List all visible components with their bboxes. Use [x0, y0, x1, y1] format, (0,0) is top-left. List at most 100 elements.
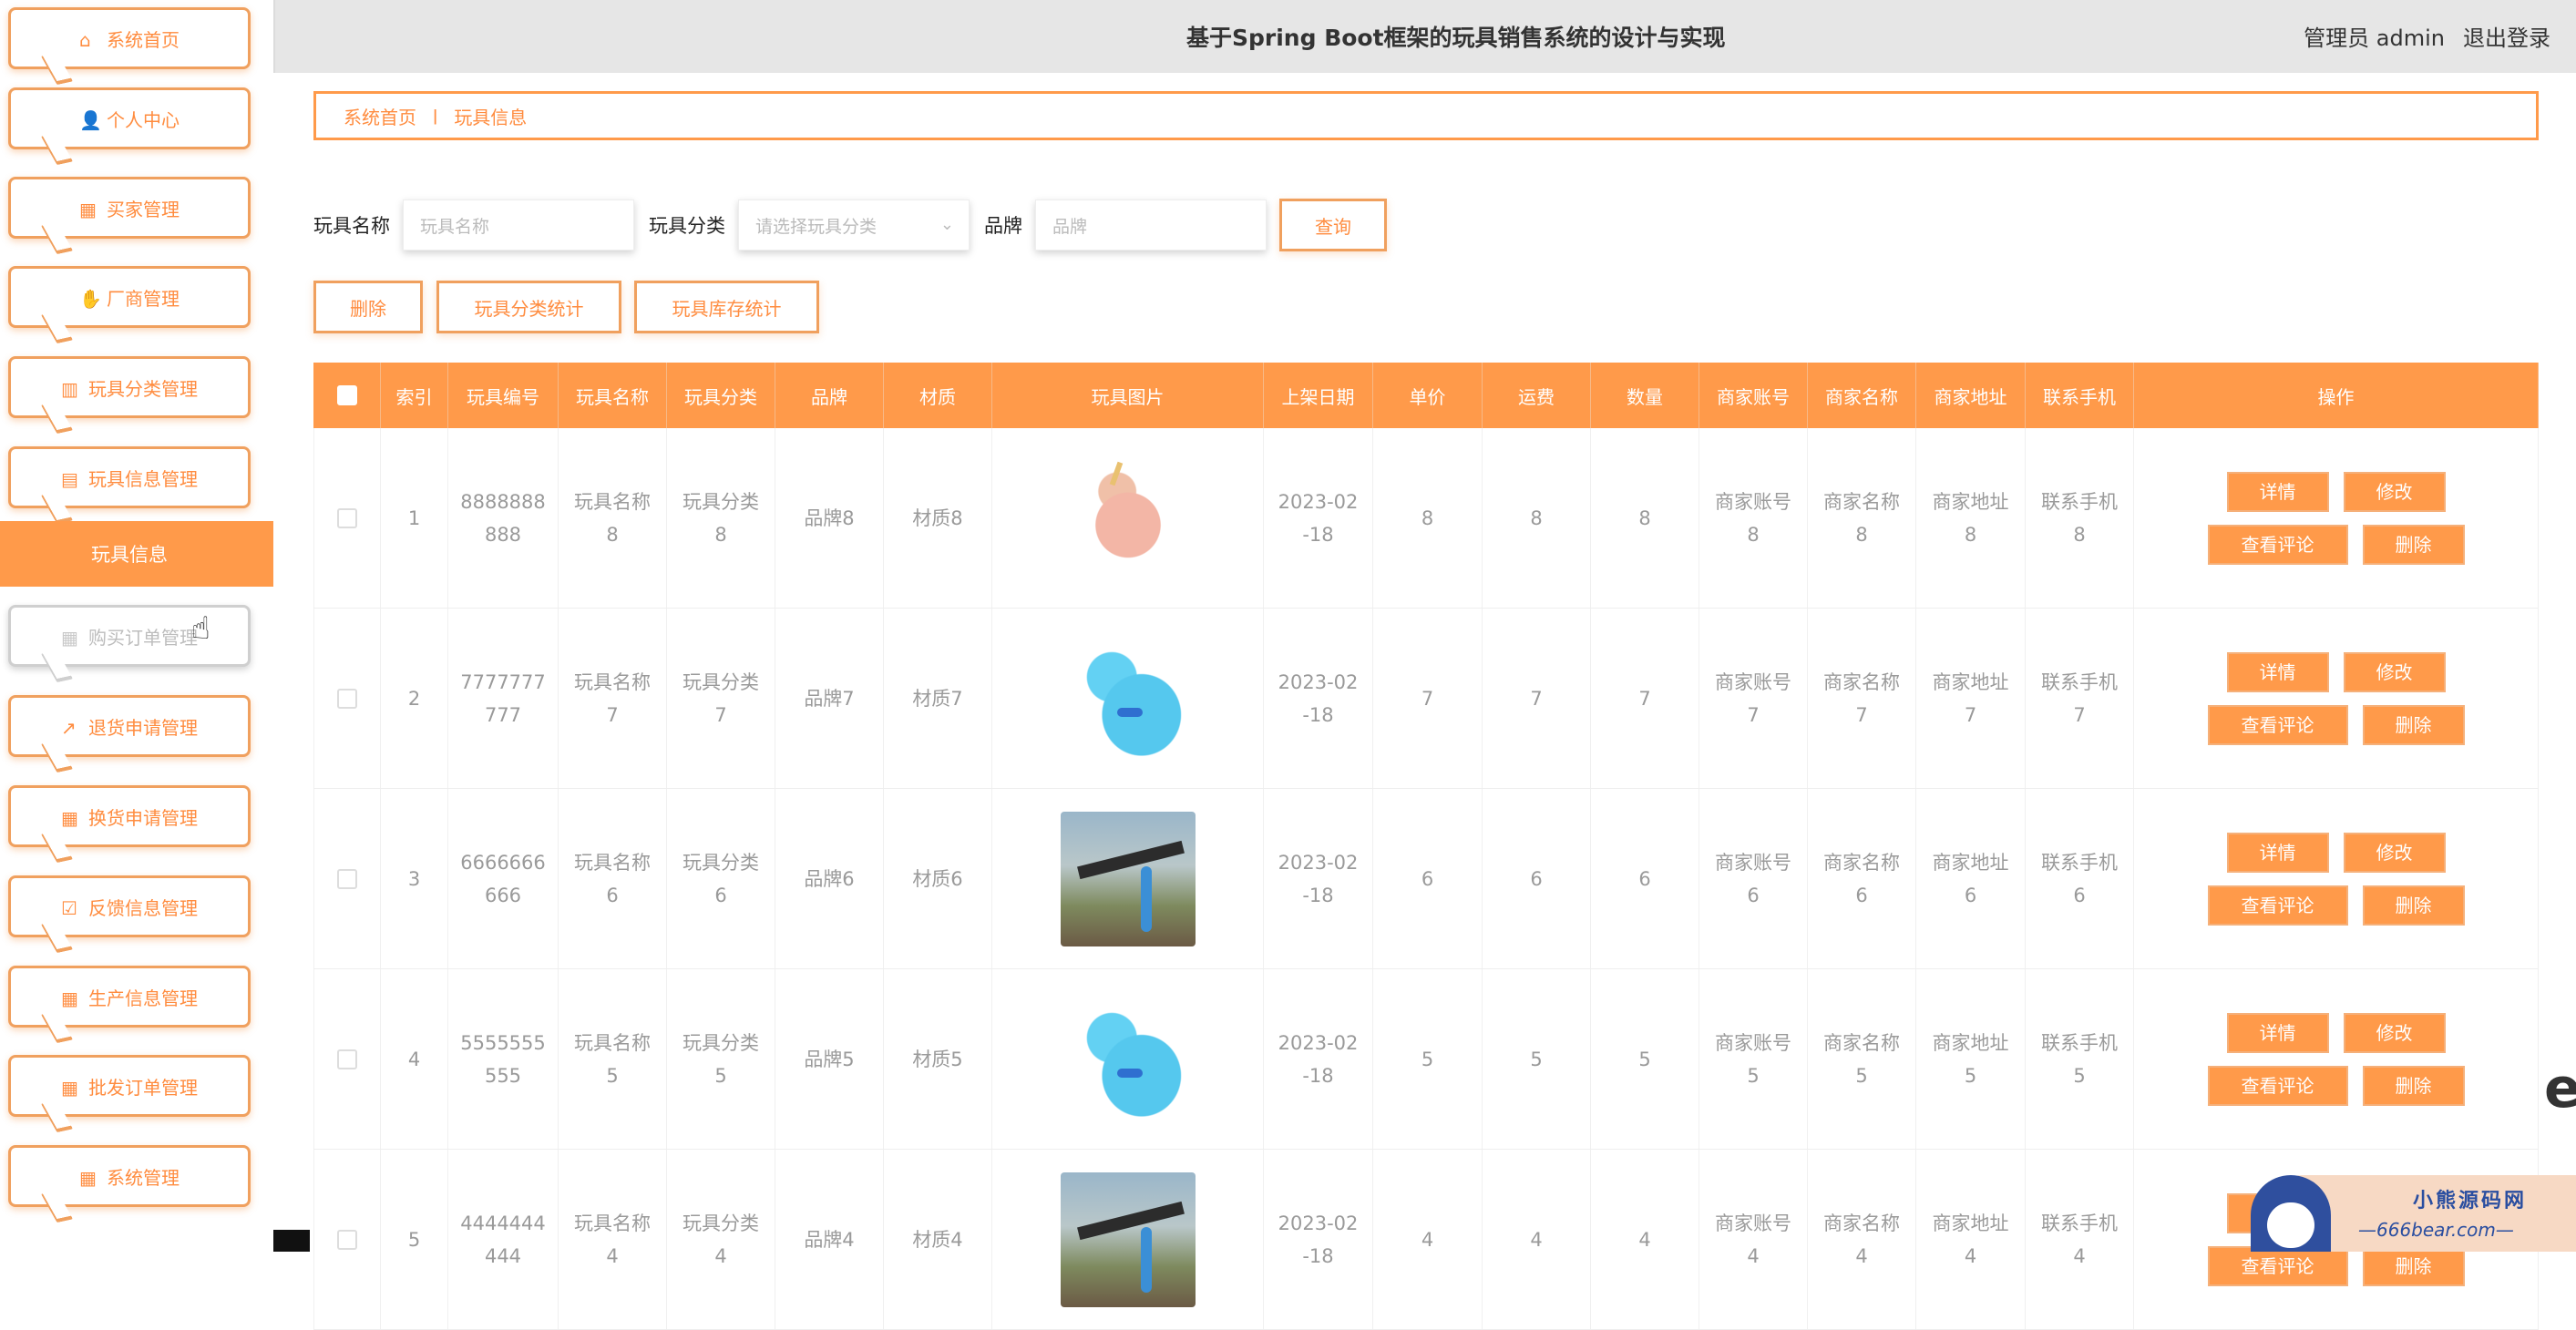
delete-button[interactable]: 删除 [2362, 704, 2465, 745]
row-operations: 详情修改查看评论删除 [2134, 969, 2539, 1149]
column-header: 材质 [884, 363, 992, 428]
cell-shipping: 5 [1483, 969, 1591, 1149]
bottom-edge-strip [273, 1230, 310, 1252]
toy-image-unicorn[interactable] [1060, 450, 1196, 586]
logout-link[interactable]: 退出登录 [2463, 20, 2550, 52]
sidebar-item-label: 个人中心 [107, 108, 180, 131]
sidebar-item-3[interactable]: ▦ 买家管理 [8, 177, 251, 239]
toy-image-dog[interactable] [1060, 991, 1196, 1127]
column-header: 玩具图片 [992, 363, 1264, 428]
toy-image-gun[interactable] [1060, 811, 1196, 946]
row-checkbox[interactable] [313, 609, 381, 788]
toy-name-input[interactable]: 玩具名称 [403, 200, 634, 251]
checkbox-icon [337, 688, 357, 709]
cell-account: 商家账号 6 [1699, 789, 1808, 968]
toy-image-dog[interactable] [1060, 630, 1196, 766]
app-title: 基于Spring Boot框架的玩具销售系统的设计与实现 [1186, 25, 1726, 51]
clipboard-icon: ▤ [61, 468, 78, 490]
cell-name: 玩具名称 8 [559, 428, 667, 608]
breadcrumb-home[interactable]: 系统首页 [344, 103, 416, 129]
sidebar-item-5[interactable]: ▥ 玩具分类管理 [8, 356, 251, 418]
cell-phone: 联系手机 8 [2026, 428, 2134, 608]
column-header: 上架日期 [1264, 363, 1373, 428]
view-comments-button[interactable]: 查看评论 [2207, 1245, 2348, 1286]
grid-icon: ▦ [61, 807, 78, 829]
delete-button[interactable]: 删除 [2362, 1245, 2465, 1286]
column-header: 商家名称 [1808, 363, 1916, 428]
grid-icon: ▦ [61, 627, 78, 649]
cell-shipping: 6 [1483, 789, 1591, 968]
edit-button[interactable]: 修改 [2343, 832, 2446, 873]
brand-input[interactable]: 品牌 [1035, 200, 1267, 251]
toy-image-gun[interactable] [1060, 1171, 1196, 1307]
toy-category-select[interactable]: 请选择玩具分类 ⌄ [738, 200, 970, 251]
sidebar-item-label: 玩具信息管理 [88, 467, 198, 490]
sidebar-subitem-toy-info[interactable]: 玩具信息 [0, 521, 273, 587]
column-header: 联系手机 [2026, 363, 2134, 428]
top-header: 基于Spring Boot框架的玩具销售系统的设计与实现 管理员 admin 退… [273, 0, 2576, 73]
sidebar-item-7[interactable]: ▦ 购买订单管理 [8, 605, 251, 667]
query-button[interactable]: 查询 [1279, 199, 1387, 251]
view-comments-button[interactable]: 查看评论 [2207, 885, 2348, 926]
sidebar-item-6[interactable]: ▤ 玩具信息管理 [8, 446, 251, 508]
sidebar-item-1[interactable]: ⌂ 系统首页 [8, 7, 251, 69]
category-stats-button[interactable]: 玩具分类统计 [436, 281, 621, 333]
delete-button[interactable]: 删除 [2362, 1065, 2465, 1106]
detail-button[interactable]: 详情 [2226, 832, 2329, 873]
sidebar-item-9[interactable]: ▦ 换货申请管理 [8, 785, 251, 847]
toy-table: 索引 玩具编号 玩具名称 玩具分类 品牌 材质 玩具图片 上架日期 单价 运费 数量 商家账号 商家名称… [313, 363, 2539, 1330]
edit-button[interactable]: 修改 [2343, 471, 2446, 512]
detail-button[interactable]: 详情 [2226, 1012, 2329, 1053]
toy-image-cell [992, 1150, 1264, 1329]
row-checkbox[interactable] [313, 428, 381, 608]
delete-button[interactable]: 删除 [2362, 524, 2465, 565]
cell-price: 5 [1373, 969, 1483, 1149]
clipboard-check-icon: ☑ [61, 897, 77, 919]
sidebar-item-2[interactable]: 👤 个人中心 [8, 87, 251, 149]
view-comments-button[interactable]: 查看评论 [2207, 704, 2348, 745]
cell-qty: 8 [1591, 428, 1699, 608]
cell-code: 8888888 888 [448, 428, 559, 608]
checkbox-icon [337, 868, 357, 889]
cell-price: 4 [1373, 1150, 1483, 1329]
user-info: 管理员 admin 退出登录 [2304, 20, 2550, 52]
sidebar-item-10[interactable]: ☑ 反馈信息管理 [8, 875, 251, 937]
sidebar-item-11[interactable]: ▦ 生产信息管理 [8, 966, 251, 1028]
cell-code: 5555555 555 [448, 969, 559, 1149]
row-operations: 详情修改查看评论删除 [2134, 609, 2539, 788]
table-row: 4 5555555 555 玩具名称 5 玩具分类 5 品牌5 材质5 2023-02 -1… [313, 969, 2539, 1150]
sidebar-item-13[interactable]: ▦ 系统管理 [8, 1145, 251, 1207]
chart-icon: ↗ [61, 717, 77, 739]
checkbox-icon [336, 385, 357, 405]
row-checkbox[interactable] [313, 969, 381, 1149]
breadcrumb-current: 玩具信息 [454, 106, 528, 128]
cell-account: 商家账号 8 [1699, 428, 1808, 608]
detail-button[interactable]: 详情 [2226, 471, 2329, 512]
view-comments-button[interactable]: 查看评论 [2207, 524, 2348, 565]
stock-stats-button[interactable]: 玩具库存统计 [634, 281, 819, 333]
sidebar-item-12[interactable]: ▦ 批发订单管理 [8, 1055, 251, 1117]
cell-index: 2 [381, 609, 448, 788]
watermark-title: 小熊源码网 [2413, 1190, 2528, 1212]
edit-button[interactable]: 修改 [2343, 651, 2446, 692]
batch-delete-button[interactable]: 删除 [313, 281, 423, 333]
cell-shipping: 7 [1483, 609, 1591, 788]
column-header: 运费 [1483, 363, 1591, 428]
thumb-icon: ✋ [79, 288, 102, 310]
toy-image-cell [992, 789, 1264, 968]
view-comments-button[interactable]: 查看评论 [2207, 1065, 2348, 1106]
select-all-checkbox[interactable] [313, 363, 381, 428]
edit-button[interactable]: 修改 [2343, 1012, 2446, 1053]
user-role-label: 管理员 admin [2304, 26, 2445, 51]
row-checkbox[interactable] [313, 789, 381, 968]
sidebar-item-label: 生产信息管理 [88, 987, 198, 1009]
detail-button[interactable]: 详情 [2226, 651, 2329, 692]
cell-shop: 商家名称 4 [1808, 1150, 1916, 1329]
sidebar-item-8[interactable]: ↗ 退货申请管理 [8, 695, 251, 757]
cell-category: 玩具分类 7 [667, 609, 775, 788]
sidebar-item-4[interactable]: ✋ 厂商管理 [8, 266, 251, 328]
delete-button[interactable]: 删除 [2362, 885, 2465, 926]
row-checkbox[interactable] [313, 1150, 381, 1329]
cell-code: 6666666 666 [448, 789, 559, 968]
grid-9-icon: ▦ [61, 1077, 78, 1099]
